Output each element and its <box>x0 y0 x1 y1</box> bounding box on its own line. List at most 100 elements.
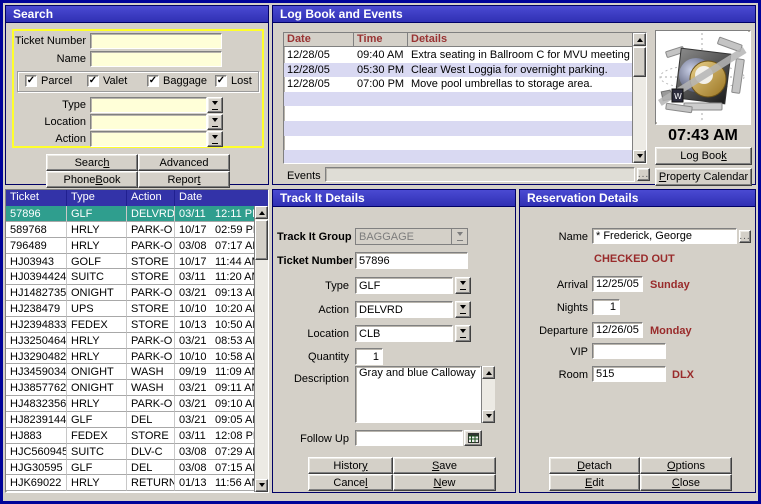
trackit-action-input[interactable] <box>355 301 453 318</box>
log-book-button[interactable]: Log Book <box>655 147 752 165</box>
dropdown-arrow-icon <box>460 305 466 314</box>
nights-input[interactable] <box>592 299 620 315</box>
ticket-row[interactable]: HJ1482735ONIGHTPARK-O03/2109:13 AM <box>6 285 255 301</box>
trackit-action-dropdown-button[interactable] <box>455 301 471 318</box>
search-button[interactable]: Search <box>46 154 138 171</box>
search-location-input[interactable] <box>90 114 207 130</box>
ticket-row[interactable]: HJC560945SUITCDLV-C03/0807:29 AM <box>6 444 255 460</box>
trackit-ticket-input[interactable] <box>355 252 468 269</box>
report-button[interactable]: Report <box>138 171 230 188</box>
search-action-dropdown-button[interactable] <box>207 131 223 147</box>
advanced-button[interactable]: Advanced <box>138 154 230 171</box>
logbook-col-details[interactable]: Details <box>408 33 646 46</box>
search-location-dropdown-button[interactable] <box>207 114 223 130</box>
checkbox-lost-box[interactable]: ✓ <box>215 75 227 87</box>
tickets-col-action[interactable]: Action <box>127 190 175 206</box>
search-action-input[interactable] <box>90 131 207 147</box>
search-type-input[interactable] <box>90 97 207 113</box>
trackit-location-input[interactable] <box>355 325 453 342</box>
scroll-down-button[interactable] <box>633 150 646 163</box>
arrival-input[interactable] <box>592 276 643 292</box>
scrollbar-thumb[interactable] <box>255 220 268 260</box>
trackit-description-input[interactable]: Gray and blue Calloway <box>355 366 481 423</box>
ticket-row[interactable]: HJ3290482HRLYPARK-O10/1010:58 AM <box>6 349 255 365</box>
ticket-row[interactable]: HJ2394833FEDEXSTORE10/1310:50 AM <box>6 317 255 333</box>
room-input[interactable] <box>592 366 666 382</box>
scrollbar-thumb[interactable] <box>633 47 646 77</box>
checkbox-lost[interactable]: ✓ Lost <box>215 75 252 87</box>
checkbox-valet-box[interactable]: ✓ <box>87 75 99 87</box>
logbook-row[interactable] <box>284 150 632 163</box>
name-input[interactable] <box>90 51 222 67</box>
trackit-quantity-input[interactable] <box>355 348 383 365</box>
logbook-cell <box>284 121 354 136</box>
trackit-group-dropdown-button <box>452 228 468 245</box>
checkbox-valet[interactable]: ✓ Valet <box>87 75 127 87</box>
followup-calendar-button[interactable] <box>464 430 482 446</box>
phone-book-button[interactable]: Phone Book <box>46 171 138 188</box>
scroll-up-button[interactable] <box>255 206 268 219</box>
trackit-type-dropdown-button[interactable] <box>455 277 471 294</box>
tickets-col-type[interactable]: Type <box>67 190 127 206</box>
trackit-type-input[interactable] <box>355 277 453 294</box>
trackit-followup-input[interactable] <box>355 430 463 446</box>
logbook-row[interactable] <box>284 136 632 151</box>
save-button[interactable]: Save <box>393 457 496 474</box>
ticket-row[interactable]: HJ03943GOLFSTORE10/1711:44 AM <box>6 254 255 270</box>
logbook-scrollbar[interactable] <box>632 33 646 163</box>
logbook-row[interactable] <box>284 121 632 136</box>
ticket-row[interactable]: HJG30595GLFDEL03/0807:15 AM <box>6 460 255 476</box>
ticket-row[interactable]: HJ3857762ONIGHTWASH03/2109:11 AM <box>6 380 255 396</box>
new-button[interactable]: New <box>393 474 496 491</box>
reservation-name-input[interactable] <box>592 228 737 244</box>
ticket-row[interactable]: HJK69022HRLYRETURNED01/1311:56 AM <box>6 475 255 491</box>
departure-input[interactable] <box>592 322 643 338</box>
ticket-row[interactable]: HJ238479UPSSTORE10/1010:20 AM <box>6 301 255 317</box>
logbook-col-date[interactable]: Date <box>284 33 354 46</box>
name-lookup-button[interactable]: ... <box>739 230 751 243</box>
vip-input[interactable] <box>592 343 666 359</box>
detach-button[interactable]: Detach <box>549 457 640 474</box>
scroll-down-button[interactable] <box>482 410 495 423</box>
ticket-row[interactable]: 589768HRLYPARK-O10/1702:59 PM <box>6 222 255 238</box>
ticket-row[interactable]: 57896GLFDELVRD03/1112:11 PM <box>6 206 255 222</box>
cancel-button[interactable]: Cancel <box>308 474 393 491</box>
tickets-col-ticket[interactable]: Ticket <box>6 190 67 206</box>
close-button[interactable]: Close <box>640 474 732 491</box>
logbook-cell <box>354 150 408 163</box>
logbook-row[interactable] <box>284 106 632 121</box>
description-scrollbar[interactable] <box>481 366 495 423</box>
scroll-down-button[interactable] <box>255 479 268 492</box>
logbook-row[interactable]: 12/28/0507:00 PMMove pool umbrellas to s… <box>284 77 632 92</box>
logbook-row[interactable] <box>284 92 632 107</box>
events-input[interactable] <box>325 167 635 182</box>
ticket-row[interactable]: HJ34590344ONIGHTWASH09/1911:09 AM <box>6 364 255 380</box>
options-button[interactable]: Options <box>640 457 732 474</box>
ticket-cell: 57896 <box>6 206 67 222</box>
history-button[interactable]: History <box>308 457 393 474</box>
ticket-row[interactable]: HJ883FEDEXSTORE03/1112:08 PM <box>6 428 255 444</box>
checkbox-parcel-box[interactable]: ✓ <box>25 75 37 87</box>
edit-button[interactable]: Edit <box>549 474 640 491</box>
tickets-col-date[interactable]: Date <box>175 190 268 206</box>
trackit-location-dropdown-button[interactable] <box>455 325 471 342</box>
checkbox-baggage-box[interactable]: ✓ <box>147 75 159 87</box>
search-type-dropdown-button[interactable] <box>207 97 223 113</box>
property-calendar-button[interactable]: Property Calendar <box>655 168 752 186</box>
ticket-row[interactable]: HJ3250464HRLYPARK-O03/2108:53 AM <box>6 333 255 349</box>
scroll-up-button[interactable] <box>482 366 495 379</box>
logbook-row[interactable]: 12/28/0505:30 PMClear West Loggia for ov… <box>284 63 632 78</box>
ticket-row[interactable]: HJ039442456SUITCSTORE03/1111:20 AM <box>6 269 255 285</box>
events-more-button[interactable]: ... <box>637 168 650 181</box>
tickets-scrollbar[interactable] <box>254 206 268 492</box>
ticket-row[interactable]: HJ4832356HRLYPARK-O03/2109:10 AM <box>6 396 255 412</box>
checkbox-parcel[interactable]: ✓ Parcel <box>25 75 72 87</box>
ticket-row[interactable]: HJ82391443GLFDEL03/2109:05 AM <box>6 412 255 428</box>
scroll-up-button[interactable] <box>633 33 646 46</box>
logbook-row[interactable]: 12/28/0509:40 AMExtra seating in Ballroo… <box>284 48 632 63</box>
checkbox-baggage[interactable]: ✓ Baggage <box>147 75 207 87</box>
ticket-row[interactable]: 796489HRLYPARK-O03/0807:17 AM <box>6 238 255 254</box>
ticket-number-input[interactable] <box>90 33 222 49</box>
logbook-col-time[interactable]: Time <box>354 33 408 46</box>
ticket-cell: 07:29 AM <box>211 444 255 460</box>
